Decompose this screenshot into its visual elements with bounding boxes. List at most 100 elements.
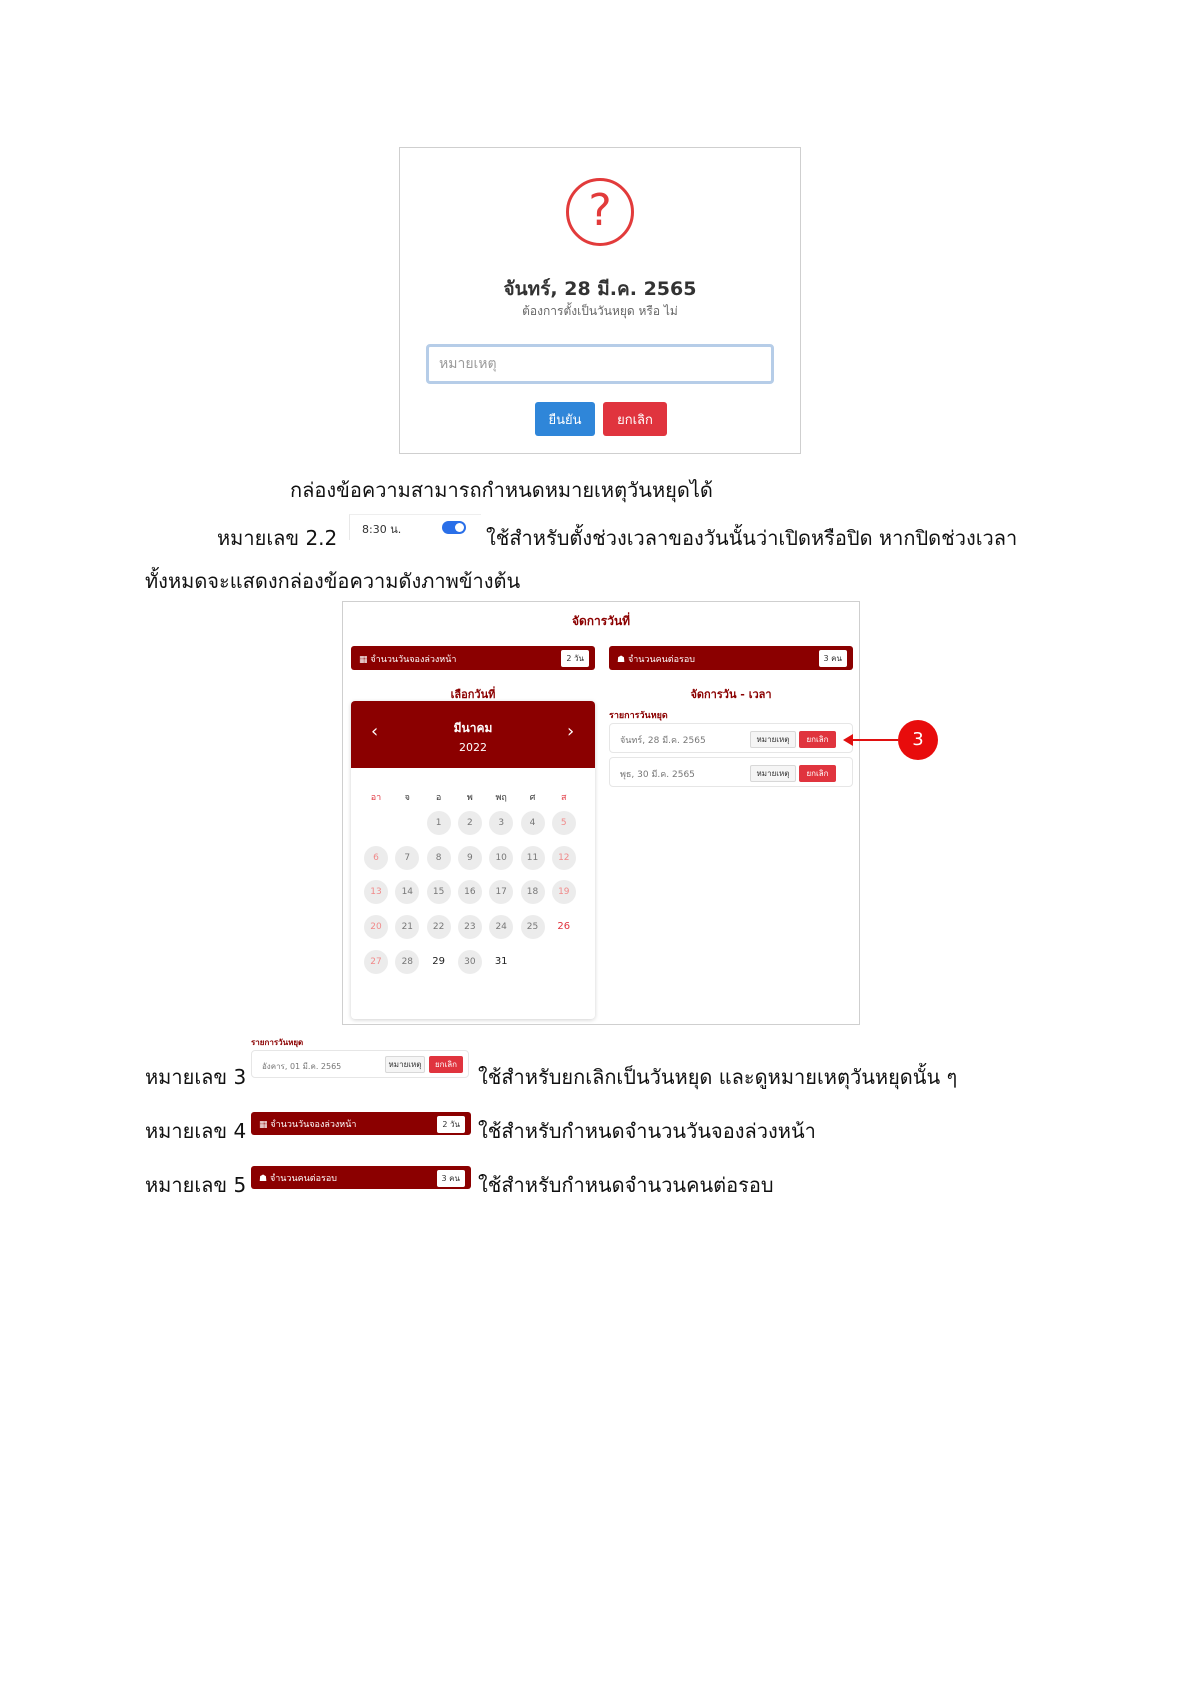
manage-dates-panel: จัดการวันที่ ▦ จำนวนวันจองล่วงหน้า 2 วัน…: [342, 601, 860, 1025]
holiday-row: พุธ, 30 มี.ค. 2565 หมายเหตุ ยกเลิก: [609, 757, 853, 787]
weekday-label: พ: [466, 793, 473, 803]
calendar-header: ‹ มีนาคม 2022 ›: [351, 701, 595, 768]
holiday-date: พุธ, 30 มี.ค. 2565: [620, 770, 695, 780]
calendar-day[interactable]: 14: [395, 880, 420, 905]
manage-title: จัดการวันที่: [571, 614, 631, 628]
calendar-year: 2022: [459, 741, 487, 754]
next-month-icon[interactable]: ›: [567, 721, 574, 742]
calendar-icon: ▦ จำนวนวันจองล่วงหน้า: [259, 1120, 357, 1130]
item-4-label: หมายเลข 4: [145, 1119, 247, 1143]
per-round-badge[interactable]: 3 คน: [818, 650, 847, 667]
calendar-day[interactable]: 16: [457, 880, 482, 905]
annotation-marker-3: 3: [898, 720, 938, 760]
question-icon: ?: [566, 178, 634, 246]
weekday-label: พฤ: [495, 793, 507, 803]
annotation-arrow-line: [851, 739, 898, 741]
weekday-label: ศ: [529, 793, 536, 803]
calendar-day[interactable]: 25: [520, 915, 545, 940]
snippet3-date: อังคาร, 01 มี.ค. 2565: [262, 1062, 342, 1071]
snippet5-label: จำนวนคนต่อรอบ: [269, 1174, 337, 1184]
calendar-day[interactable]: 30: [457, 949, 482, 974]
dialog-caption: กล่องข้อความสามารถกำหนดหมายเหตุวันหยุดได…: [290, 478, 713, 502]
snippet5-per-round-bar[interactable]: ☗ จำนวนคนต่อรอบ 3 คน: [251, 1166, 471, 1189]
manage-day-title: จัดการวัน - เวลา: [690, 688, 772, 701]
advance-days-label: จำนวนวันจองล่วงหน้า: [370, 655, 457, 665]
calendar-day[interactable]: 28: [395, 949, 420, 974]
calendar-day[interactable]: 13: [364, 880, 388, 905]
calendar-day[interactable]: 4: [520, 811, 545, 835]
annotation-arrow-head: [843, 734, 853, 746]
weekday-label: อา: [370, 793, 382, 803]
calendar-day[interactable]: 29: [427, 950, 451, 974]
per-round-label: จำนวนคนต่อรอบ: [627, 655, 695, 665]
weekday-label: จ: [404, 793, 410, 803]
weekday-label: อ: [435, 793, 442, 803]
item-3-label: หมายเลข 3: [145, 1065, 247, 1089]
note-input[interactable]: [426, 344, 774, 384]
calendar-day[interactable]: 23: [457, 915, 482, 940]
cancel-holiday-button[interactable]: ยกเลิก: [799, 731, 836, 748]
calendar-day[interactable]: 7: [395, 845, 420, 870]
calendar-day[interactable]: 27: [364, 949, 388, 974]
snippet5-badge[interactable]: 3 คน: [436, 1170, 465, 1187]
item-3-text: ใช้สำหรับยกเลิกเป็นวันหยุด และดูหมายเหตุ…: [478, 1065, 958, 1089]
calendar-day[interactable]: 21: [395, 915, 420, 940]
item-5-text: ใช้สำหรับกำหนดจำนวนคนต่อรอบ: [478, 1173, 774, 1197]
time-slot-label: 8:30 น.: [362, 523, 402, 536]
calendar-day[interactable]: 9: [457, 845, 482, 870]
snippet4-label: จำนวนวันจองล่วงหน้า: [270, 1120, 357, 1130]
confirm-button[interactable]: ยืนยัน: [535, 402, 595, 436]
calendar-day[interactable]: 12: [551, 845, 576, 870]
cancel-holiday-button[interactable]: ยกเลิก: [799, 765, 836, 782]
users-icon: ☗ จำนวนคนต่อรอบ: [617, 655, 695, 665]
calendar-icon: ▦ จำนวนวันจองล่วงหน้า: [359, 655, 457, 665]
snippet4-badge[interactable]: 2 วัน: [437, 1116, 465, 1133]
calendar-day[interactable]: 17: [489, 880, 514, 905]
dialog-subtitle: ต้องการตั้งเป็นวันหยุด หรือ ไม่: [522, 304, 678, 318]
calendar-day[interactable]: 10: [489, 845, 514, 870]
note-button[interactable]: หมายเหตุ: [750, 765, 796, 782]
item-5-label: หมายเลข 5: [145, 1173, 247, 1197]
calendar-day[interactable]: 3: [489, 811, 514, 835]
holiday-row: จันทร์, 28 มี.ค. 2565 หมายเหตุ ยกเลิก: [609, 723, 853, 753]
time-slot-snippet: 8:30 น.: [349, 514, 481, 540]
snippet3-cancel-button[interactable]: ยกเลิก: [429, 1056, 463, 1073]
holiday-confirm-dialog: ? จันทร์, 28 มี.ค. 2565 ต้องการตั้งเป็นว…: [399, 147, 801, 454]
per-round-bar[interactable]: ☗ จำนวนคนต่อรอบ 3 คน: [609, 646, 853, 670]
calendar-day[interactable]: 26: [552, 915, 576, 939]
calendar: ‹ มีนาคม 2022 › อาจอพพฤศส 1 2 3 4 5 6 7 8 9 10 11 1…: [351, 701, 595, 1019]
advance-days-badge[interactable]: 2 วัน: [561, 650, 589, 667]
advance-days-bar[interactable]: ▦ จำนวนวันจองล่วงหน้า 2 วัน: [351, 646, 595, 670]
snippet3-note-button[interactable]: หมายเหตุ: [385, 1056, 425, 1073]
item-22-label: หมายเลข 2.2: [217, 526, 338, 550]
item-22-text-cont: ทั้งหมดจะแสดงกล่องข้อความดังภาพข้างต้น: [145, 569, 521, 593]
calendar-day[interactable]: 6: [364, 845, 388, 870]
calendar-day[interactable]: 15: [426, 880, 451, 905]
holiday-date: จันทร์, 28 มี.ค. 2565: [620, 736, 706, 746]
calendar-day[interactable]: 20: [364, 915, 388, 940]
calendar-day[interactable]: 22: [426, 915, 451, 940]
calendar-day[interactable]: 31: [489, 950, 513, 974]
dialog-title: จันทร์, 28 มี.ค. 2565: [503, 278, 697, 300]
calendar-day[interactable]: 18: [520, 880, 545, 905]
calendar-day[interactable]: 5: [551, 811, 576, 835]
snippet3-title: รายการวันหยุด: [251, 1038, 304, 1047]
note-button[interactable]: หมายเหตุ: [750, 731, 796, 748]
snippet4-advance-days-bar[interactable]: ▦ จำนวนวันจองล่วงหน้า 2 วัน: [251, 1112, 471, 1135]
time-slot-toggle[interactable]: [442, 521, 466, 534]
calendar-day[interactable]: 8: [426, 845, 451, 870]
snippet3-holiday-row: อังคาร, 01 มี.ค. 2565 หมายเหตุ ยกเลิก: [251, 1050, 469, 1078]
item-4-text: ใช้สำหรับกำหนดจำนวนวันจองล่วงหน้า: [478, 1119, 816, 1143]
weekday-label: ส: [561, 793, 567, 803]
calendar-day[interactable]: 11: [520, 845, 545, 870]
calendar-day[interactable]: 2: [457, 811, 482, 835]
cancel-button[interactable]: ยกเลิก: [603, 402, 667, 436]
holiday-list-title: รายการวันหยุด: [609, 711, 668, 721]
calendar-day[interactable]: 1: [426, 811, 451, 835]
item-22-text: ใช้สำหรับตั้งช่วงเวลาของวันนั้นว่าเปิดหร…: [486, 526, 1018, 550]
toggle-knob: [455, 523, 464, 532]
calendar-day[interactable]: 24: [489, 915, 514, 940]
calendar-day[interactable]: 19: [551, 880, 576, 905]
calendar-month: มีนาคม: [453, 721, 493, 735]
users-icon: ☗ จำนวนคนต่อรอบ: [259, 1174, 337, 1184]
